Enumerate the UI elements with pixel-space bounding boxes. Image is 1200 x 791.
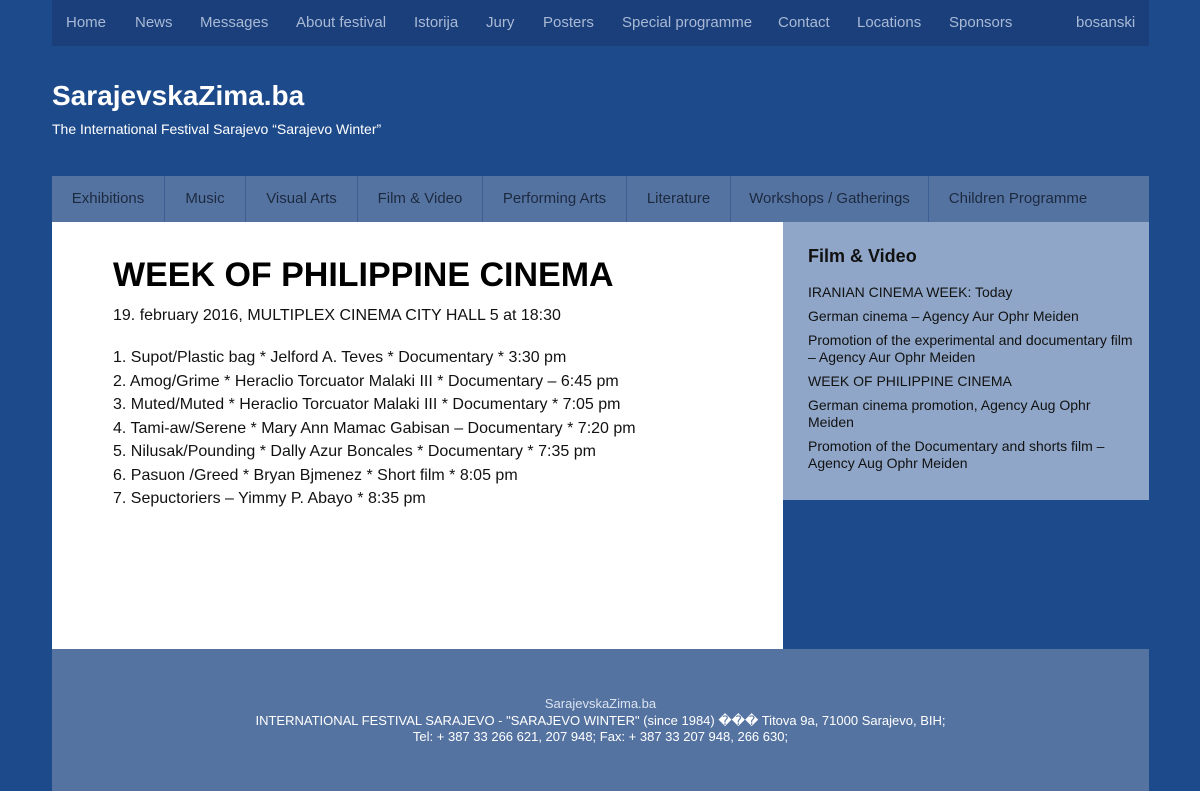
nav-posters-link[interactable]: Posters xyxy=(543,0,594,46)
sidebar-link[interactable]: German cinema – Agency Aur Ophr Meiden xyxy=(808,308,1133,325)
nav-news-link[interactable]: News xyxy=(135,0,173,46)
article-date-line: 19. february 2016, MULTIPLEX CINEMA CITY… xyxy=(113,307,561,324)
list-item: 1. Supot/Plastic bag * Jelford A. Teves … xyxy=(113,349,567,366)
sidebar-title: Film & Video xyxy=(808,246,917,266)
category-exhibitions-tab[interactable]: Exhibitions xyxy=(52,176,165,222)
category-children-programme-tab[interactable]: Children Programme xyxy=(929,176,1107,222)
footer-contact: Tel: + 387 33 266 621, 207 948; Fax: + 3… xyxy=(412,729,789,744)
sidebar-link[interactable]: German cinema promotion, Agency Aug Ophr… xyxy=(808,397,1133,431)
list-item: 2. Amog/Grime * Heraclio Torcuator Malak… xyxy=(113,372,619,390)
category-workshops-tab[interactable]: Workshops / Gatherings xyxy=(731,176,929,222)
category-music-tab[interactable]: Music xyxy=(165,176,246,222)
category-literature-tab[interactable]: Literature xyxy=(627,176,731,222)
nav-istorija-link[interactable]: Istorija xyxy=(414,0,458,46)
list-item: 7. Sepuctoriers – Yimmy P. Abayo * 8:35 … xyxy=(113,490,426,507)
category-visual-arts-tab[interactable]: Visual Arts xyxy=(246,176,358,222)
footer-address: INTERNATIONAL FESTIVAL SARAJEVO - "SARAJ… xyxy=(255,712,946,728)
list-item: 5. Nilusak/Pounding * Dally Azur Boncale… xyxy=(113,443,596,460)
screening-list: 1. Supot/Plastic bag * Jelford A. Teves … xyxy=(113,346,636,511)
list-item: 4. Tami-aw/Serene * Mary Ann Mamac Gabis… xyxy=(113,419,636,437)
nav-special-programme-link[interactable]: Special programme xyxy=(622,0,752,46)
sidebar-link[interactable]: IRANIAN CINEMA WEEK: Today xyxy=(808,284,1133,301)
sidebar-link[interactable]: Promotion of the experimental and docume… xyxy=(808,332,1133,366)
list-item: 3. Muted/Muted * Heraclio Torcuator Mala… xyxy=(113,396,621,413)
sidebar-link[interactable]: Promotion of the Documentary and shorts … xyxy=(808,438,1133,472)
category-performing-arts-tab[interactable]: Performing Arts xyxy=(483,176,627,222)
footer-content: SarajevskaZima.ba INTERNATIONAL FESTIVAL… xyxy=(52,696,1149,746)
main-content: WEEK OF PHILIPPINE CINEMA 19. february 2… xyxy=(52,222,783,649)
nav-about-festival-link[interactable]: About festival xyxy=(296,0,386,46)
language-switch-link[interactable]: bosanski xyxy=(1076,0,1135,46)
sidebar-link[interactable]: WEEK OF PHILIPPINE CINEMA xyxy=(808,373,1133,390)
nav-sponsors-link[interactable]: Sponsors xyxy=(949,0,1012,46)
site-title[interactable]: SarajevskaZima.ba xyxy=(52,80,304,112)
footer-site-name: SarajevskaZima.ba xyxy=(544,696,657,711)
category-navigation: Exhibitions Music Visual Arts Film & Vid… xyxy=(52,176,1149,222)
nav-home-link[interactable]: Home xyxy=(66,0,106,46)
nav-jury-link[interactable]: Jury xyxy=(486,0,514,46)
nav-locations-link[interactable]: Locations xyxy=(857,0,921,46)
article-title: WEEK OF PHILIPPINE CINEMA xyxy=(113,256,614,294)
page-wrapper: Home News Messages About festival Istori… xyxy=(52,0,1149,791)
sidebar-link-list: IRANIAN CINEMA WEEK: Today German cinema… xyxy=(808,284,1133,479)
footer: SarajevskaZima.ba INTERNATIONAL FESTIVAL… xyxy=(52,649,1149,791)
sidebar: Film & Video IRANIAN CINEMA WEEK: Today … xyxy=(783,222,1149,500)
category-film-video-tab[interactable]: Film & Video xyxy=(358,176,483,222)
list-item: 6. Pasuon /Greed * Bryan Bjmenez * Short… xyxy=(113,466,518,484)
site-subtitle: The International Festival Sarajevo “Sar… xyxy=(52,121,382,137)
top-navigation: Home News Messages About festival Istori… xyxy=(52,0,1149,46)
nav-contact-link[interactable]: Contact xyxy=(778,0,830,46)
nav-messages-link[interactable]: Messages xyxy=(200,0,268,46)
